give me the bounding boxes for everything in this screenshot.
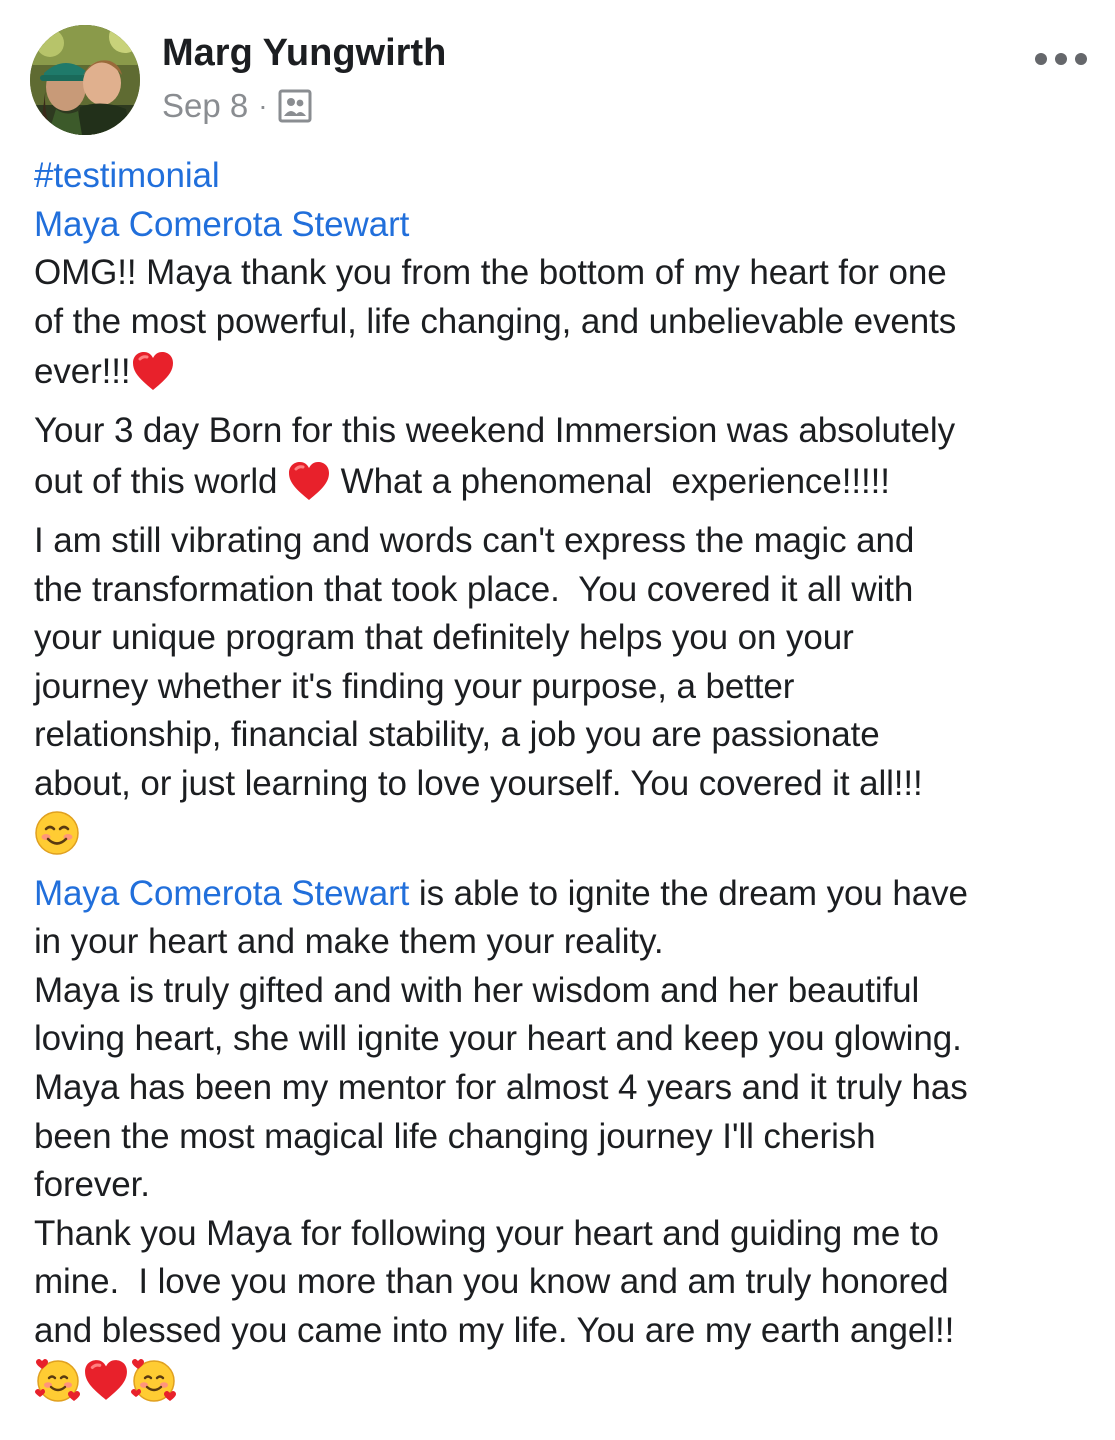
body-line: Your 3 day Born for this weekend Immersi… bbox=[34, 411, 955, 451]
body-line: your unique program that definitely help… bbox=[34, 618, 854, 658]
body-line: loving heart, she will ignite your heart… bbox=[34, 1019, 962, 1059]
body-line: Maya has been my mentor for almost 4 yea… bbox=[34, 1067, 968, 1107]
body-line: Maya Comerota Stewart is able to ignite … bbox=[34, 870, 1094, 919]
post-meta: Sep 8 · bbox=[162, 84, 312, 128]
body-text-span: What a phenomenal experience!!!!! bbox=[331, 461, 890, 501]
body-line: about, or just learning to love yourself… bbox=[34, 763, 923, 803]
mention-link[interactable]: Maya Comerota Stewart bbox=[34, 205, 409, 244]
facebook-post: Marg Yungwirth Sep 8 · #testimonial Maya… bbox=[0, 0, 1115, 1440]
avatar[interactable] bbox=[30, 25, 140, 135]
more-dot bbox=[1055, 53, 1067, 65]
more-dot bbox=[1035, 53, 1047, 65]
more-dot bbox=[1075, 53, 1087, 65]
body-line: relationship, financial stability, a job… bbox=[34, 715, 880, 755]
body-line: in your heart and make them your reality… bbox=[34, 922, 664, 962]
group-audience-icon[interactable] bbox=[278, 89, 312, 123]
author-name[interactable]: Marg Yungwirth bbox=[162, 32, 446, 75]
body-line: mine. I love you more than you know and … bbox=[34, 1262, 949, 1302]
body-line: journey whether it's finding your purpos… bbox=[34, 666, 795, 706]
body-line bbox=[34, 1355, 1094, 1416]
mention-link[interactable]: Maya Comerota Stewart bbox=[34, 874, 409, 913]
body-line: been the most magical life changing jour… bbox=[34, 1116, 876, 1156]
post-date[interactable]: Sep 8 bbox=[162, 87, 248, 125]
body-line: Maya is truly gifted and with her wisdom… bbox=[34, 970, 920, 1010]
body-line bbox=[34, 809, 1094, 870]
more-options-icon[interactable] bbox=[1035, 44, 1087, 74]
body-line: out of this world What a phenomenal expe… bbox=[34, 456, 1094, 517]
body-line: I am still vibrating and words can't exp… bbox=[34, 520, 915, 560]
red-heart-emoji bbox=[287, 460, 331, 502]
smiling-face-with-hearts-emoji bbox=[34, 1357, 82, 1403]
body-text-span: ever!!! bbox=[34, 352, 131, 392]
red-heart-emoji bbox=[82, 1358, 130, 1402]
post-header: Marg Yungwirth Sep 8 · bbox=[0, 0, 1115, 140]
meta-separator: · bbox=[258, 90, 268, 121]
body-line: OMG!! Maya thank you from the bottom of … bbox=[34, 253, 947, 293]
hashtag-link[interactable]: #testimonial bbox=[34, 156, 220, 195]
body-line: Thank you Maya for following your heart … bbox=[34, 1213, 939, 1253]
red-heart-emoji bbox=[131, 350, 175, 392]
body-text-span: out of this world bbox=[34, 461, 288, 501]
smiling-face-with-hearts-emoji bbox=[130, 1357, 178, 1403]
smiling-face-emoji bbox=[34, 810, 80, 856]
body-line: ever!!! bbox=[34, 346, 1094, 407]
body-line: and blessed you came into my life. You a… bbox=[34, 1310, 955, 1350]
body-text-span: is able to ignite the dream you have bbox=[409, 873, 968, 913]
body-line: of the most powerful, life changing, and… bbox=[34, 301, 957, 341]
post-body: #testimonial Maya Comerota Stewart OMG!!… bbox=[34, 152, 1094, 1416]
body-line: the transformation that took place. You … bbox=[34, 569, 914, 609]
body-line: forever. bbox=[34, 1165, 150, 1205]
